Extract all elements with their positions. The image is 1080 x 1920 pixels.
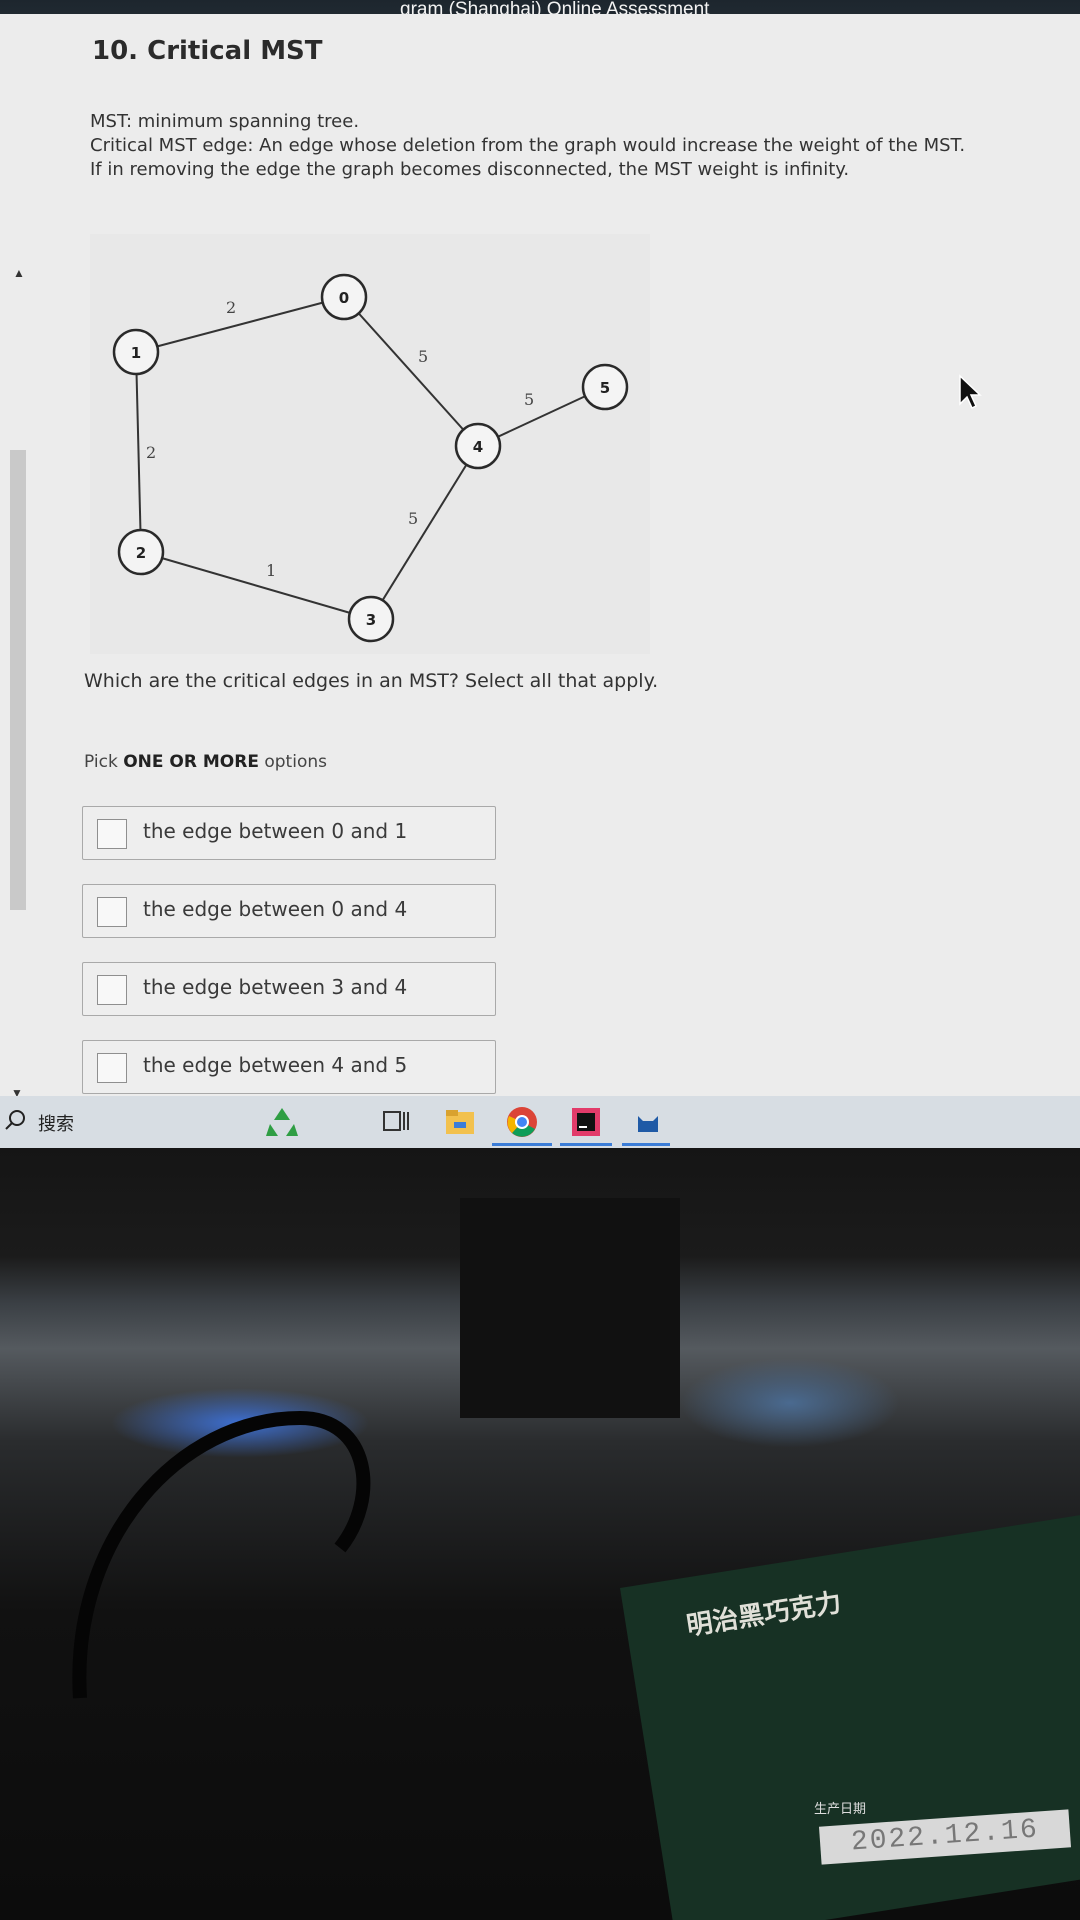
option-label: the edge between 0 and 1 [143, 819, 408, 843]
option-checkbox[interactable] [97, 1053, 127, 1083]
graph-node-label: 5 [600, 379, 610, 397]
windows-taskbar: 搜索 [0, 1096, 1080, 1148]
pick-suffix: options [258, 752, 327, 772]
jetbrains-icon[interactable] [568, 1104, 604, 1140]
edge-weight-label: 2 [226, 298, 236, 317]
graph-svg: 2 5 5 2 1 5 0 1 2 3 4 5 [112, 273, 629, 643]
active-app-indicator [622, 1143, 670, 1146]
edge-3-4 [370, 445, 479, 620]
file-explorer-icon[interactable] [442, 1104, 478, 1140]
graph-node-label: 4 [473, 438, 483, 456]
option-label: the edge between 4 and 5 [143, 1053, 408, 1077]
task-view-icon[interactable] [378, 1104, 414, 1140]
recycle-bin-icon[interactable] [264, 1104, 300, 1140]
option-checkbox[interactable] [97, 975, 127, 1005]
edge-weight-label: 1 [266, 561, 276, 580]
screen-reflection [680, 1358, 900, 1448]
search-icon[interactable] [4, 1108, 28, 1132]
package-brand: 明治黑巧克力 [684, 1587, 844, 1642]
edge-weight-label: 5 [418, 347, 428, 366]
assessment-page: 10. Critical MST MST: minimum spanning t… [0, 14, 1080, 1100]
option-edge-4-5[interactable]: the edge between 4 and 5 [82, 1040, 496, 1094]
option-label: the edge between 0 and 4 [143, 897, 408, 921]
package-date-label: 生产日期 [814, 1802, 867, 1817]
pick-emphasis: ONE OR MORE [123, 752, 259, 772]
edge-1-2 [135, 351, 142, 553]
chrome-icon[interactable] [504, 1104, 540, 1140]
pick-prefix: Pick [84, 752, 124, 772]
edge-2-3 [140, 551, 372, 620]
description-line: MST: minimum spanning tree. [90, 111, 360, 132]
cat-app-icon[interactable] [630, 1104, 666, 1140]
graph-diagram: 2 5 5 2 1 5 0 1 2 3 4 5 [90, 234, 650, 654]
option-edge-3-4[interactable]: the edge between 3 and 4 [82, 962, 496, 1016]
active-app-indicator [560, 1143, 612, 1146]
option-edge-0-1[interactable]: the edge between 0 and 1 [82, 806, 496, 860]
scroll-up-arrow-icon[interactable]: ▲ [13, 266, 25, 280]
question-prompt: Which are the critical edges in an MST? … [84, 670, 659, 692]
option-edge-0-4[interactable]: the edge between 0 and 4 [82, 884, 496, 938]
description-line: If in removing the edge the graph become… [90, 159, 850, 180]
edge-1-0 [135, 296, 345, 353]
active-app-indicator [492, 1143, 552, 1146]
edge-weight-label: 2 [146, 443, 156, 462]
graph-node-label: 0 [339, 289, 349, 307]
scrollbar-thumb[interactable] [10, 450, 26, 910]
cable-shape [72, 1410, 371, 1699]
edge-weight-label: 5 [408, 509, 418, 528]
question-title: 10. Critical MST [92, 36, 323, 66]
pick-instruction: Pick ONE OR MORE options [84, 752, 327, 772]
desk-scene-photo: 明治黑巧克力 [0, 1148, 1080, 1920]
graph-node-label: 2 [136, 544, 146, 562]
graph-node-label: 1 [131, 344, 141, 362]
question-description: MST: minimum spanning tree. Critical MST… [90, 110, 990, 182]
option-checkbox[interactable] [97, 819, 127, 849]
mouse-cursor-icon [959, 374, 982, 410]
option-label: the edge between 3 and 4 [143, 975, 408, 999]
monitor-stand [460, 1198, 680, 1418]
monitor-screen: gram (Shanghai) Online Assessment 10. Cr… [0, 0, 1080, 1148]
option-checkbox[interactable] [97, 897, 127, 927]
edge-0-4 [343, 296, 479, 447]
edge-weight-label: 5 [524, 390, 534, 409]
description-line: Critical MST edge: An edge whose deletio… [90, 135, 966, 156]
taskbar-search-label[interactable]: 搜索 [38, 1110, 74, 1136]
graph-node-label: 3 [366, 611, 376, 629]
